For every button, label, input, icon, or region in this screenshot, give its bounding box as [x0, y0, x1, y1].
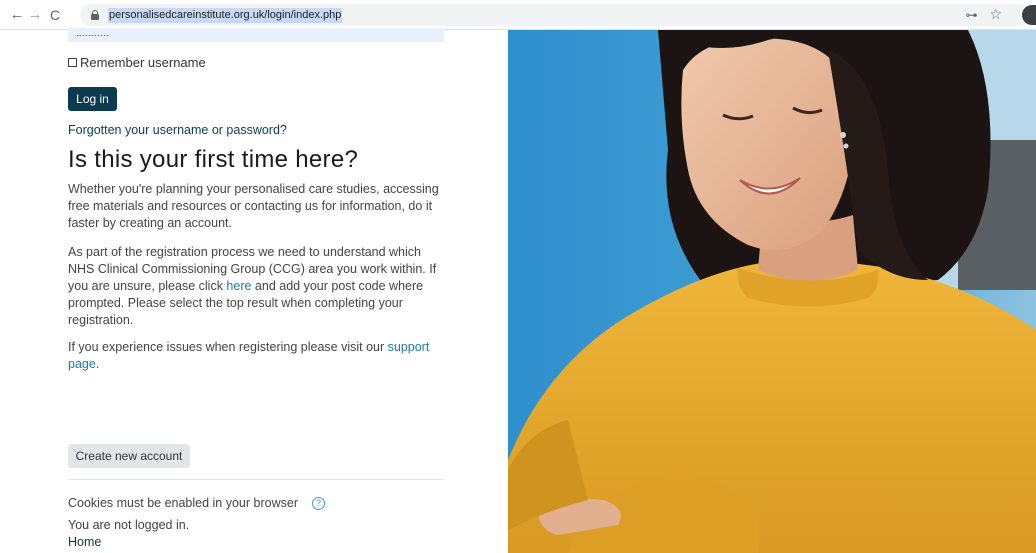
hero-photo [508, 30, 1036, 553]
log-in-button[interactable]: Log in [68, 87, 117, 111]
password-field[interactable]: ........... [68, 28, 444, 42]
profile-avatar[interactable] [1022, 5, 1036, 25]
browser-toolbar: ← → C personalisedcareinstitute.org.uk/l… [0, 0, 1036, 30]
key-icon[interactable]: ⊶ [965, 8, 977, 22]
home-link[interactable]: Home [68, 535, 101, 549]
intro-paragraph: Whether you're planning your personalise… [68, 182, 439, 230]
lock-icon[interactable] [91, 10, 99, 20]
cookies-notice: Cookies must be enabled in your browser … [68, 496, 325, 510]
create-account-button[interactable]: Create new account [68, 444, 190, 468]
reload-icon[interactable]: C [46, 4, 64, 26]
remember-username-label: Remember username [80, 55, 206, 70]
help-icon[interactable]: ? [311, 496, 325, 510]
url-text[interactable]: personalisedcareinstitute.org.uk/login/i… [108, 7, 343, 23]
divider [68, 479, 444, 480]
support-text-start: If you experience issues when registerin… [68, 340, 388, 354]
login-panel: ........... Remember username Log in For… [0, 28, 508, 553]
forgot-password-link[interactable]: Forgotten your username or password? [68, 123, 287, 137]
support-text-end: . [95, 357, 100, 371]
ccg-lookup-link[interactable]: here [226, 279, 251, 293]
back-arrow-icon[interactable]: ← [8, 4, 26, 26]
cookies-text: Cookies must be enabled in your browser [68, 496, 298, 510]
first-time-heading: Is this your first time here? [68, 146, 359, 173]
bookmark-star-icon[interactable]: ☆ [989, 6, 1002, 23]
registration-paragraph: As part of the registration process we n… [68, 244, 448, 329]
support-paragraph: If you experience issues when registerin… [68, 339, 448, 373]
address-bar[interactable]: personalisedcareinstitute.org.uk/login/i… [80, 4, 1036, 26]
remember-username-checkbox[interactable] [68, 58, 77, 67]
remember-username[interactable]: Remember username [68, 55, 206, 70]
login-status: You are not logged in. [68, 518, 190, 532]
address-bar-actions: ⊶ ☆ [965, 6, 1024, 23]
forward-arrow-icon[interactable]: → [26, 4, 44, 26]
